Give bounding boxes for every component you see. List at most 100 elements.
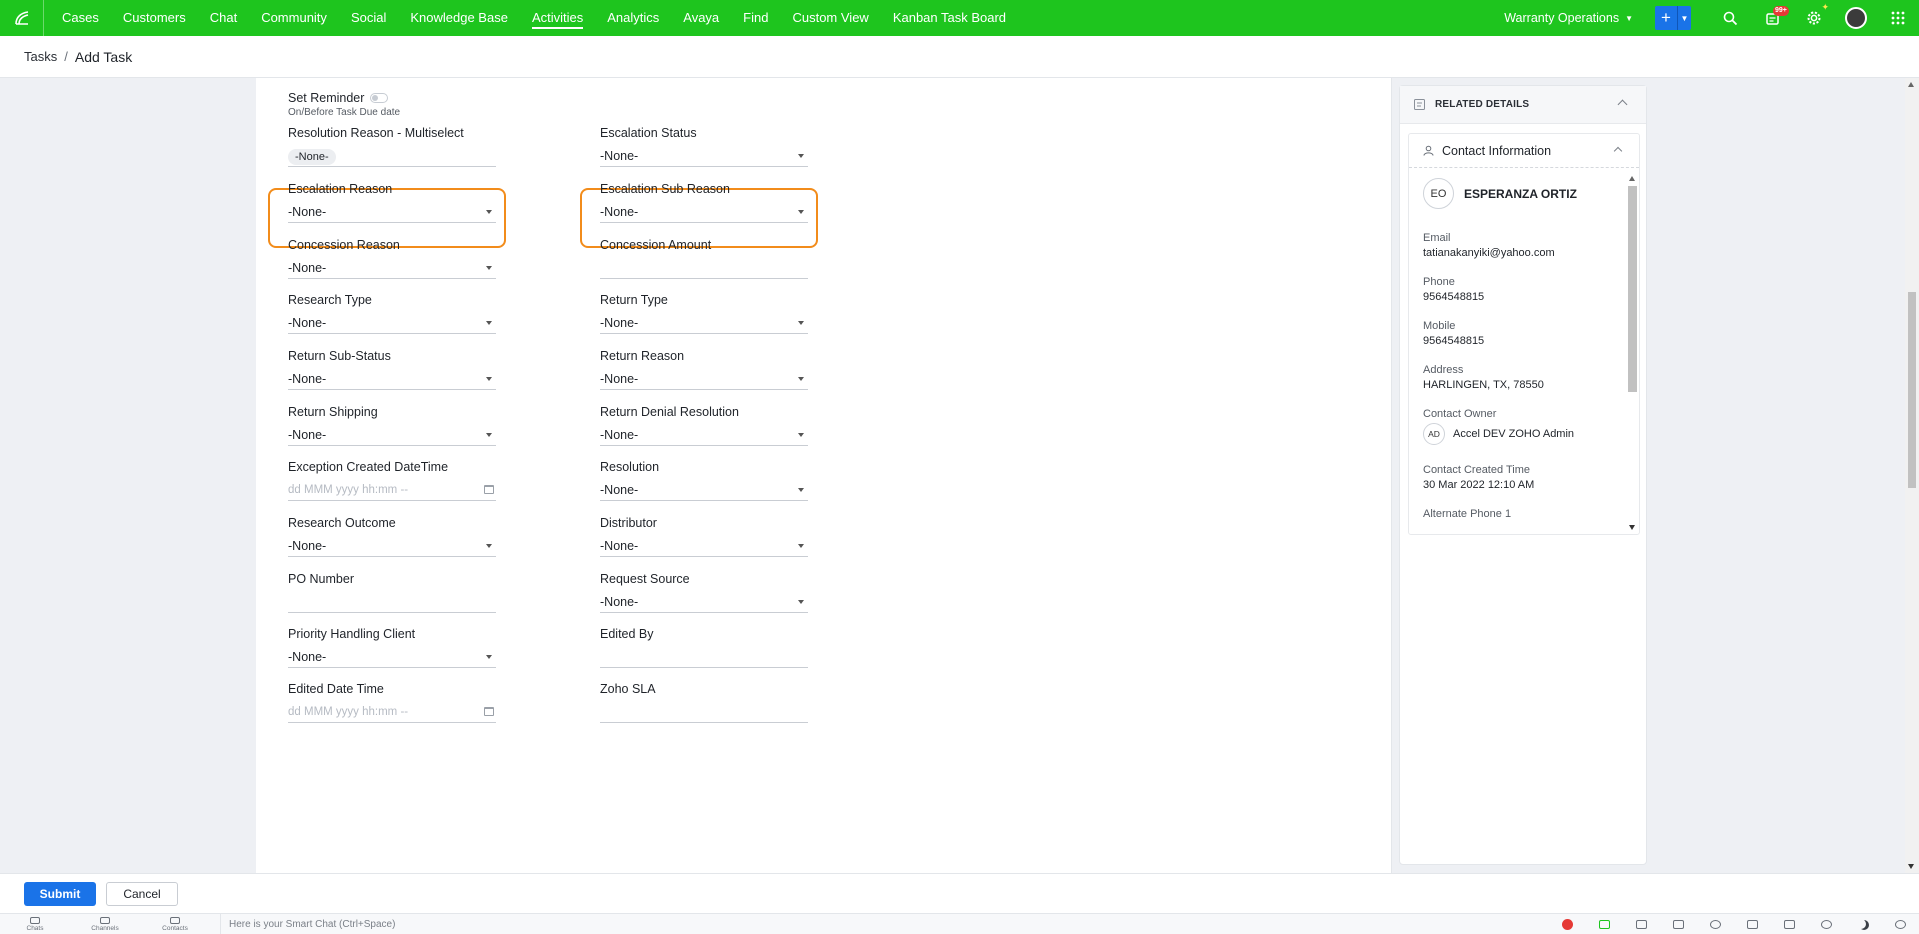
calendar-icon[interactable] [484, 707, 494, 716]
selected-chip[interactable]: -None- [288, 148, 336, 165]
tab-community[interactable]: Community [249, 0, 339, 36]
channels-shortcut[interactable]: Channels [70, 914, 140, 934]
breadcrumb-tasks-link[interactable]: Tasks [24, 49, 57, 64]
related-details-header[interactable]: RELATED DETAILS [1400, 86, 1646, 124]
avatar[interactable] [1835, 0, 1877, 36]
channels-label: Channels [91, 924, 119, 932]
record-icon[interactable] [1549, 914, 1586, 934]
settings-icon[interactable]: ✦ [1793, 0, 1835, 36]
add-note-icon[interactable] [1771, 914, 1808, 934]
field-label: Return Reason [600, 349, 685, 363]
tab-activities[interactable]: Activities [520, 0, 595, 36]
resolution-select[interactable]: -None- [600, 479, 808, 501]
set-reminder-toggle[interactable] [370, 93, 389, 103]
related-details-title: RELATED DETAILS [1435, 99, 1530, 110]
tab-chat[interactable]: Chat [198, 0, 249, 36]
edited-by-input[interactable] [600, 646, 808, 668]
selected-value: -None- [600, 148, 639, 163]
contact-scrollbar[interactable] [1626, 174, 1638, 532]
field-label: Request Source [600, 572, 690, 586]
submit-button[interactable]: Submit [24, 881, 96, 906]
scroll-up-icon[interactable] [1908, 82, 1914, 87]
contact-information-card: Contact Information EO ESPERANZA ORTIZ E… [1408, 133, 1640, 535]
escalation-reason-select[interactable]: -None- [288, 201, 496, 223]
apps-grid-icon[interactable] [1877, 0, 1919, 36]
research-type-select[interactable]: -None- [288, 312, 496, 334]
calendar-icon[interactable] [484, 485, 494, 494]
page-scrollbar-thumb[interactable] [1908, 292, 1916, 488]
escalation-status-select[interactable]: -None- [600, 145, 808, 167]
contact-information-title: Contact Information [1442, 143, 1552, 158]
add-new-button[interactable]: + ▼ [1655, 6, 1691, 30]
contacts-shortcut[interactable]: Contacts [140, 914, 210, 934]
return-shipping-select[interactable]: -None- [288, 424, 496, 446]
resolution-reason-multiselect-multiselect[interactable]: -None- [288, 145, 496, 167]
contact-mobile-value[interactable]: 9564548815 [1423, 335, 1484, 347]
zoho-sla-input[interactable] [600, 701, 808, 723]
research-outcome-select[interactable]: -None- [288, 535, 496, 557]
contact-name[interactable]: ESPERANZA ORTIZ [1464, 187, 1577, 201]
edited-date-time-datetime-input[interactable]: dd MMM yyyy hh:mm -- [288, 701, 496, 723]
tab-avaya[interactable]: Avaya [671, 0, 731, 36]
plus-icon[interactable]: + [1655, 6, 1677, 30]
tab-customers[interactable]: Customers [111, 0, 198, 36]
contact-scrollbar-thumb[interactable] [1628, 186, 1637, 392]
clock-icon[interactable] [1697, 914, 1734, 934]
tab-knowledge-base[interactable]: Knowledge Base [398, 0, 520, 36]
chevron-up-icon[interactable] [1613, 146, 1623, 156]
selected-value: -None- [288, 538, 327, 553]
field-zoho-sla: Zoho SLA [600, 682, 808, 734]
dark-mode-icon[interactable] [1845, 914, 1882, 934]
return-reason-select[interactable]: -None- [600, 368, 808, 390]
tab-find[interactable]: Find [731, 0, 780, 36]
selected-value: -None- [288, 315, 327, 330]
field-po-number: PO Number [288, 572, 496, 624]
department-switcher[interactable]: Warranty Operations ▼ [1504, 11, 1633, 25]
search-icon[interactable] [1882, 914, 1919, 934]
priority-handling-client-select[interactable]: -None- [288, 646, 496, 668]
tab-cases[interactable]: Cases [50, 0, 111, 36]
chevron-down-icon[interactable]: ▼ [1677, 6, 1691, 30]
search-icon[interactable] [1709, 0, 1751, 36]
po-number-input[interactable] [288, 591, 496, 613]
return-sub-status-select[interactable]: -None- [288, 368, 496, 390]
desk-icon[interactable] [1586, 914, 1623, 934]
tab-analytics[interactable]: Analytics [595, 0, 671, 36]
contact-email-value[interactable]: tatianakanyiki@yahoo.com [1423, 247, 1555, 259]
logo-icon[interactable] [0, 0, 44, 36]
keyboard-icon[interactable] [1623, 914, 1660, 934]
selected-value: -None- [600, 482, 639, 497]
notification-icon[interactable]: 99+ [1751, 0, 1793, 36]
scroll-up-icon[interactable] [1629, 176, 1635, 181]
tab-kanban-task-board[interactable]: Kanban Task Board [881, 0, 1018, 36]
contact-initials-avatar: EO [1423, 178, 1454, 209]
tab-custom-view[interactable]: Custom View [780, 0, 880, 36]
concession-amount-input[interactable] [600, 257, 808, 279]
tab-social[interactable]: Social [339, 0, 398, 36]
escalation-sub-reason-select[interactable]: -None- [600, 201, 808, 223]
return-denial-resolution-select[interactable]: -None- [600, 424, 808, 446]
contact-created-value: 30 Mar 2022 12:10 AM [1423, 479, 1535, 491]
calendar-icon[interactable] [1660, 914, 1697, 934]
cancel-button[interactable]: Cancel [106, 881, 178, 906]
concession-reason-select[interactable]: -None- [288, 257, 496, 279]
contact-information-header[interactable]: Contact Information [1409, 134, 1639, 168]
announcement-icon[interactable] [1734, 914, 1771, 934]
contacts-label: Contacts [162, 924, 188, 932]
smart-chat-input[interactable]: Here is your Smart Chat (Ctrl+Space) [220, 913, 1550, 934]
chats-shortcut[interactable]: Chats [0, 914, 70, 934]
exception-created-datetime-datetime-input[interactable]: dd MMM yyyy hh:mm -- [288, 479, 496, 501]
scroll-down-icon[interactable] [1629, 525, 1635, 530]
scroll-down-icon[interactable] [1908, 864, 1914, 869]
request-source-select[interactable]: -None- [600, 591, 808, 613]
accessibility-icon[interactable] [1808, 914, 1845, 934]
contact-alternate-phone-label: Alternate Phone 1 [1423, 508, 1512, 520]
return-type-select[interactable]: -None- [600, 312, 808, 334]
set-reminder-label: Set Reminder [288, 91, 365, 105]
add-task-form: Set Reminder On/Before Task Due date Res… [256, 78, 1392, 873]
distributor-select[interactable]: -None- [600, 535, 808, 557]
page-scrollbar[interactable] [1905, 78, 1919, 873]
field-label: Return Sub-Status [288, 349, 391, 363]
contact-phone-value[interactable]: 9564548815 [1423, 291, 1484, 303]
chevron-up-icon[interactable] [1617, 99, 1628, 110]
